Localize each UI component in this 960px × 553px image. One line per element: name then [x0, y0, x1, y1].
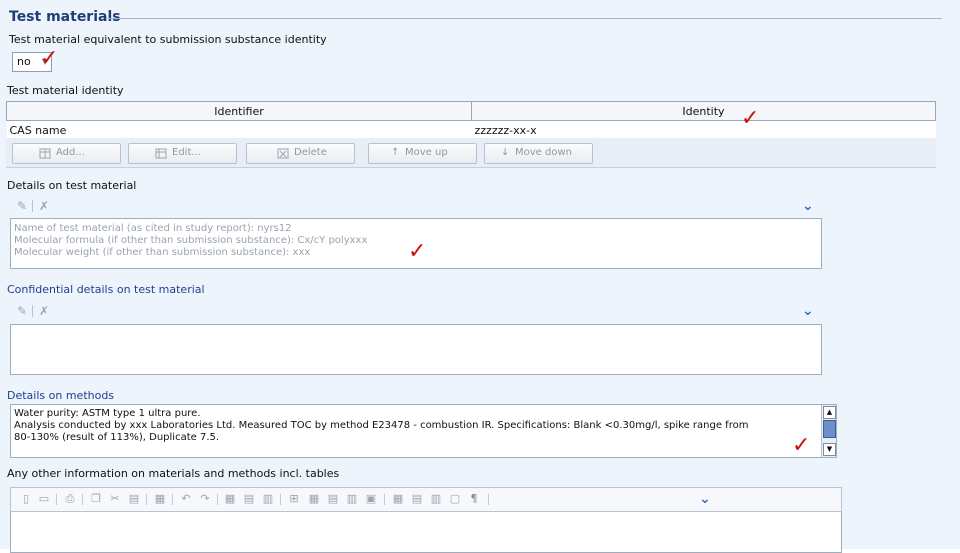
double-chevron-down-icon[interactable]: ⌄ — [802, 199, 814, 213]
toolbar-divider — [146, 494, 147, 505]
other-info-label: Any other information on materials and m… — [7, 467, 340, 480]
move-down-label: Move down — [515, 147, 572, 158]
split-cell-icon[interactable]: ⊞ — [287, 492, 301, 506]
equivalent-label: Test material equivalent to submission s… — [9, 33, 327, 46]
row-properties-icon[interactable]: ▤ — [410, 492, 424, 506]
checkmark-icon: ✓ — [792, 433, 811, 458]
other-info-textarea[interactable] — [10, 511, 842, 553]
toolbar-divider — [82, 494, 83, 505]
test-materials-panel: Test materials Test material equivalent … — [0, 0, 960, 553]
add-row-icon — [39, 148, 51, 159]
table-properties-icon[interactable]: ▦ — [391, 492, 405, 506]
paste-icon[interactable]: ▤ — [127, 492, 141, 506]
merge-cell-icon[interactable]: ▦ — [307, 492, 321, 506]
cell-identifier[interactable]: CAS name — [6, 120, 472, 140]
paragraph-icon[interactable]: ¶ — [467, 492, 481, 506]
copy-icon[interactable]: ❐ — [89, 492, 103, 506]
methods-scrollbar[interactable]: ▲ ▼ — [821, 405, 836, 457]
table-icon[interactable]: ▦ — [153, 492, 167, 506]
insert-template-icon[interactable]: ✎ — [15, 304, 29, 318]
undo-icon[interactable]: ↶ — [179, 492, 193, 506]
identity-table: Identifier Identity CAS name zzzzzz-xx-x — [6, 101, 936, 140]
delete-row-icon[interactable]: ▤ — [326, 492, 340, 506]
identity-table-title: Test material identity — [7, 84, 124, 97]
section-divider — [108, 18, 942, 19]
scroll-up-arrow-icon[interactable]: ▲ — [823, 406, 836, 419]
cell-properties-icon[interactable]: ▣ — [364, 492, 378, 506]
column-properties-icon[interactable]: ▥ — [429, 492, 443, 506]
checkmark-icon: ✓ — [408, 239, 427, 264]
checkmark-icon: ✓ — [741, 106, 760, 131]
cell-identity[interactable]: zzzzzz-xx-x — [471, 120, 936, 140]
section-title: Test materials — [9, 9, 121, 25]
open-icon[interactable]: ▭ — [37, 492, 51, 506]
insert-column-icon[interactable]: ▥ — [261, 492, 275, 506]
move-down-button[interactable]: ↓ Move down — [484, 143, 593, 164]
double-chevron-down-icon[interactable]: ⌄ — [802, 304, 814, 318]
methods-line: Analysis conducted by xxx Laboratories L… — [14, 420, 749, 431]
column-header-identity[interactable]: Identity — [471, 101, 936, 121]
move-up-button[interactable]: ↑ Move up — [368, 143, 477, 164]
insert-row-icon[interactable]: ▤ — [242, 492, 256, 506]
details-methods-label: Details on methods — [7, 389, 115, 402]
cut-icon[interactable]: ✂ — [108, 492, 122, 506]
details-test-material-label: Details on test material — [7, 179, 137, 192]
toolbar-divider — [217, 494, 218, 505]
confidential-details-label: Confidential details on test material — [7, 283, 205, 296]
move-down-icon: ↓ — [501, 147, 510, 158]
add-button[interactable]: Add... — [12, 143, 121, 164]
details-line: Molecular formula (if other than submiss… — [14, 235, 368, 246]
redo-icon[interactable]: ↷ — [198, 492, 212, 506]
scroll-thumb[interactable] — [823, 420, 836, 438]
clear-icon[interactable]: ✗ — [37, 199, 51, 213]
new-document-icon[interactable]: ▯ — [19, 492, 33, 506]
details-test-material-toolbar: ✎ ✗ ⌄ — [15, 199, 825, 217]
clear-icon[interactable]: ✗ — [37, 304, 51, 318]
double-chevron-down-icon[interactable]: ⌄ — [699, 492, 711, 506]
insert-table-icon[interactable]: ▦ — [223, 492, 237, 506]
rich-text-toolbar: ▯ ▭ ⎙ ❐ ✂ ▤ ▦ ↶ ↷ ▦ ▤ ▥ ⊞ ▦ ▤ ▥ ▣ ▦ ▤ ▥ … — [10, 487, 842, 512]
scroll-down-arrow-icon[interactable]: ▼ — [823, 443, 836, 456]
add-label: Add... — [56, 147, 85, 158]
border-icon[interactable]: ▢ — [448, 492, 462, 506]
table-row[interactable]: CAS name zzzzzz-xx-x — [6, 120, 936, 140]
methods-line: Water purity: ASTM type 1 ultra pure. — [14, 408, 201, 419]
toolbar-divider — [384, 494, 385, 505]
confidential-details-textarea[interactable] — [10, 324, 822, 375]
toolbar-divider — [280, 494, 281, 505]
delete-row-icon — [277, 148, 289, 159]
details-line: Molecular weight (if other than submissi… — [14, 247, 311, 258]
toolbar-divider — [56, 494, 57, 505]
edit-label: Edit... — [172, 147, 201, 158]
column-header-identifier[interactable]: Identifier — [6, 101, 472, 121]
details-methods-textarea[interactable]: Water purity: ASTM type 1 ultra pure. An… — [10, 404, 837, 458]
delete-label: Delete — [294, 147, 327, 158]
checkmark-icon: ✓ — [40, 46, 59, 71]
toolbar-divider — [488, 494, 489, 505]
toolbar-divider — [32, 305, 33, 317]
delete-button[interactable]: Delete — [246, 143, 355, 164]
methods-line: 80-130% (result of 113%), Duplicate 7.5. — [14, 432, 220, 443]
toolbar-divider — [32, 200, 33, 212]
edit-button[interactable]: Edit... — [128, 143, 237, 164]
edit-row-icon — [155, 148, 167, 159]
move-up-label: Move up — [405, 147, 448, 158]
insert-template-icon[interactable]: ✎ — [15, 199, 29, 213]
table-button-bar: Add... Edit... Delete ↑ Move up ↓ Move d… — [6, 138, 936, 168]
details-line: Name of test material (as cited in study… — [14, 223, 292, 234]
move-up-icon: ↑ — [391, 147, 400, 158]
delete-column-icon[interactable]: ▥ — [345, 492, 359, 506]
confidential-details-toolbar: ✎ ✗ ⌄ — [15, 304, 825, 322]
toolbar-divider — [172, 494, 173, 505]
equivalent-value: no — [17, 55, 31, 68]
print-icon[interactable]: ⎙ — [63, 492, 77, 506]
